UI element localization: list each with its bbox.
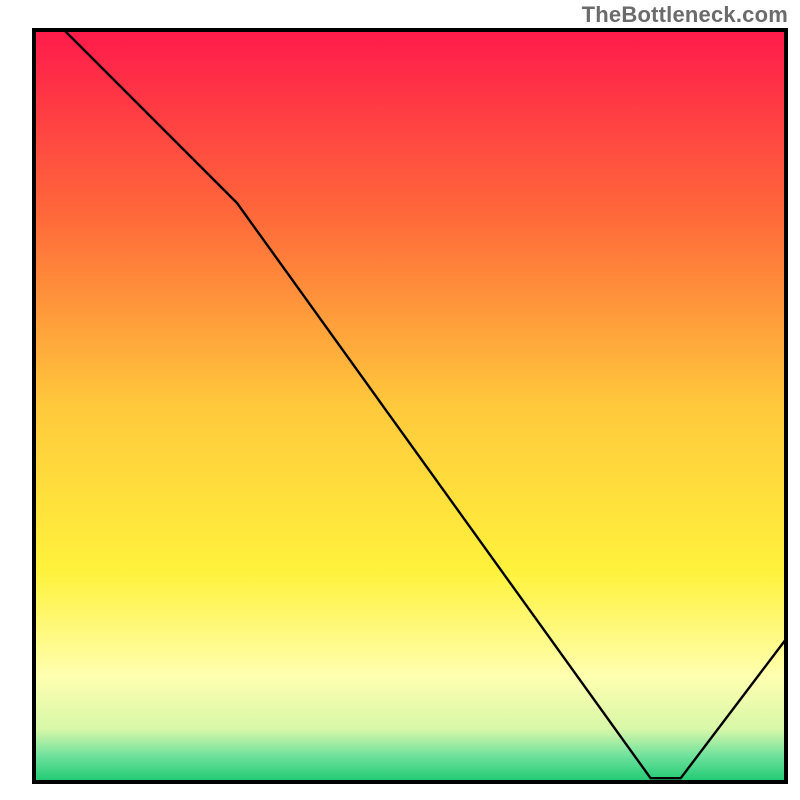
watermark-text: TheBottleneck.com	[582, 2, 788, 28]
chart-stage: TheBottleneck.com	[0, 0, 800, 800]
plot-background	[34, 30, 786, 782]
chart-canvas	[0, 0, 800, 800]
